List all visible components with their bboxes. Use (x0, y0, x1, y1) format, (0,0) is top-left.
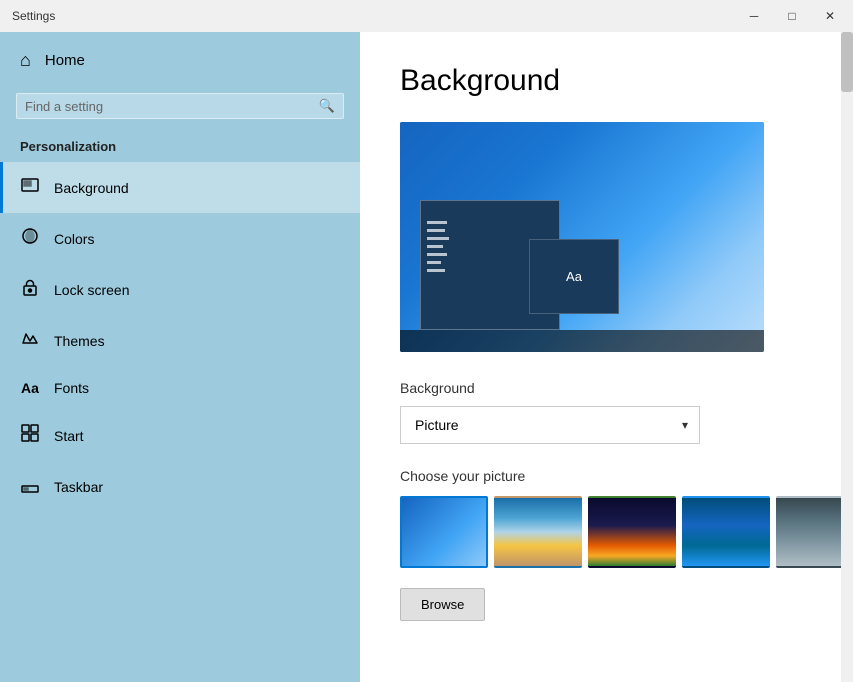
choose-picture-label: Choose your picture (400, 468, 813, 484)
taskbar-icon (20, 475, 40, 498)
close-button[interactable]: ✕ (807, 0, 853, 32)
background-icon (20, 176, 40, 199)
page-title: Background (400, 64, 813, 98)
lock-screen-label: Lock screen (54, 282, 129, 298)
section-title: Personalization (0, 131, 360, 162)
sidebar-item-background[interactable]: Background (0, 162, 360, 213)
background-setting-label: Background (400, 380, 813, 396)
sidebar-item-lock-screen[interactable]: Lock screen (0, 264, 360, 315)
themes-svg-icon (21, 329, 39, 347)
title-bar: Settings ─ □ ✕ (0, 0, 853, 32)
preview-window: Aa (420, 200, 560, 330)
browse-button[interactable]: Browse (400, 588, 485, 621)
home-icon: ⌂ (20, 50, 31, 71)
colors-label: Colors (54, 231, 94, 247)
preview-background: Aa (400, 122, 764, 352)
colors-icon (20, 227, 40, 250)
themes-icon (20, 329, 40, 352)
preview-inner-window: Aa (529, 239, 619, 314)
preview-line (427, 245, 443, 248)
preview-line (427, 237, 449, 240)
choose-picture-section: Choose your picture Browse (400, 468, 813, 621)
preview-line (427, 221, 447, 224)
fonts-icon: Aa (20, 380, 40, 396)
preview-line (427, 269, 445, 272)
sidebar: ⌂ Home 🔍 Personalization Background (0, 32, 360, 682)
sidebar-item-home[interactable]: ⌂ Home (0, 32, 360, 89)
preview-line (427, 229, 445, 232)
themes-label: Themes (54, 333, 105, 349)
sidebar-item-fonts[interactable]: Aa Fonts (0, 366, 360, 410)
window-controls: ─ □ ✕ (731, 0, 841, 32)
start-svg-icon (21, 424, 39, 442)
scrollbar-thumb[interactable] (841, 32, 853, 92)
background-dropdown[interactable]: Picture Solid color Slideshow (400, 406, 700, 444)
scrollbar-track[interactable] (841, 32, 853, 682)
sidebar-item-colors[interactable]: Colors (0, 213, 360, 264)
app-title: Settings (12, 9, 55, 23)
picture-thumb-4[interactable] (682, 496, 770, 568)
taskbar-label: Taskbar (54, 479, 103, 495)
home-label: Home (45, 52, 85, 69)
preview-line (427, 253, 447, 256)
search-box: 🔍 (16, 93, 344, 119)
colors-svg-icon (21, 227, 39, 245)
picture-thumb-3[interactable] (588, 496, 676, 568)
main-content: Background Aa (360, 32, 853, 682)
start-icon (20, 424, 40, 447)
sidebar-item-start[interactable]: Start (0, 410, 360, 461)
search-icon: 🔍 (319, 98, 335, 114)
sidebar-item-themes[interactable]: Themes (0, 315, 360, 366)
app-container: ⌂ Home 🔍 Personalization Background (0, 32, 853, 682)
preview-taskbar (400, 330, 764, 352)
fonts-label: Fonts (54, 380, 89, 396)
sidebar-item-taskbar[interactable]: Taskbar (0, 461, 360, 512)
preview-window-lines (427, 221, 449, 272)
picture-thumb-2[interactable] (494, 496, 582, 568)
desktop-preview: Aa (400, 122, 764, 352)
picture-grid (400, 496, 813, 568)
background-dropdown-wrapper: Picture Solid color Slideshow ▾ (400, 406, 700, 444)
preview-line (427, 261, 441, 264)
background-label: Background (54, 180, 129, 196)
lock-screen-icon (20, 278, 40, 301)
search-input[interactable] (25, 99, 319, 114)
lock-svg-icon (21, 278, 39, 296)
start-label: Start (54, 428, 84, 444)
picture-thumb-1[interactable] (400, 496, 488, 568)
background-svg-icon (21, 176, 39, 194)
taskbar-svg-icon (21, 475, 39, 493)
